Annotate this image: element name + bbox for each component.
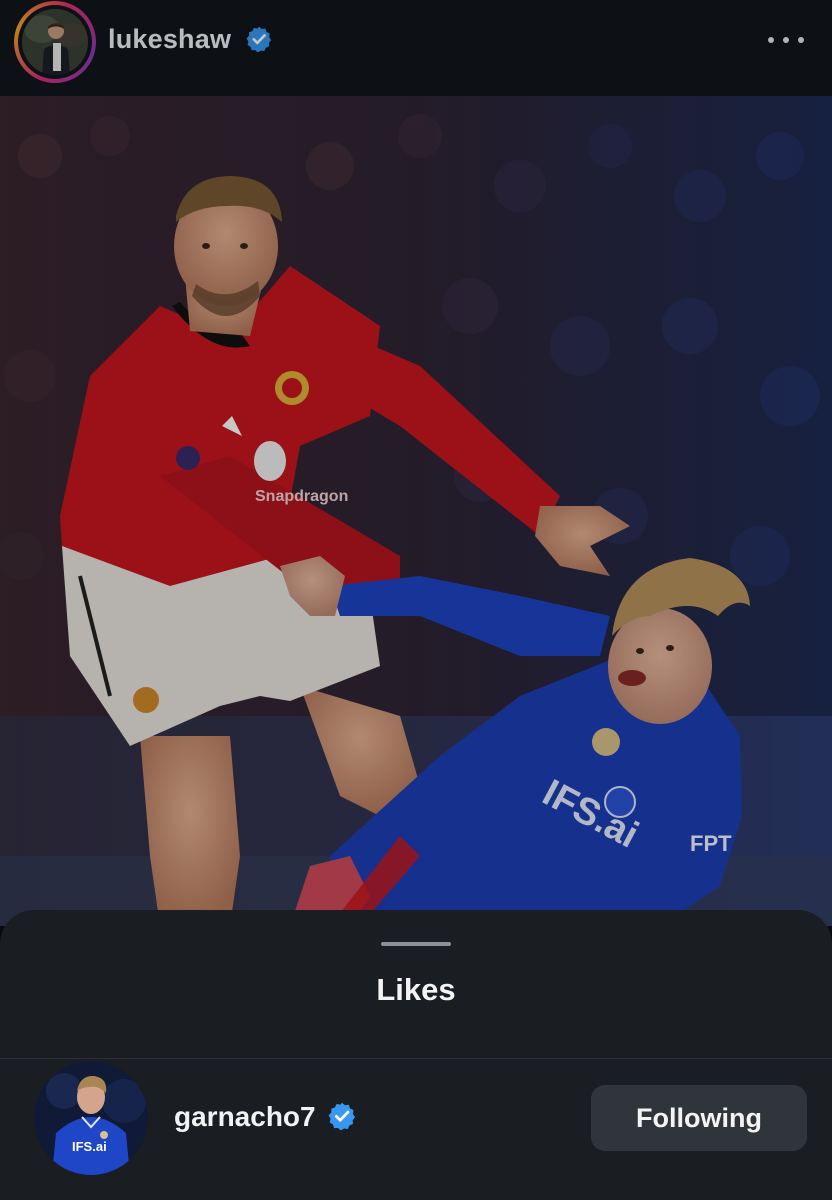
- blue-kit-sleeve-text: FPT: [690, 831, 732, 856]
- following-button[interactable]: Following: [591, 1085, 807, 1151]
- sheet-title: Likes: [376, 972, 456, 1007]
- profile-avatar-story-ring[interactable]: [14, 1, 96, 83]
- post-photo[interactable]: Snapdragon IFS.ai FPT: [0, 96, 832, 926]
- more-options-icon[interactable]: [768, 28, 804, 52]
- red-kit-sponsor-text: Snapdragon: [255, 488, 348, 505]
- liker-username[interactable]: garnacho7: [174, 1101, 316, 1133]
- list-item[interactable]: IFS.ai garnacho7 Following: [0, 1059, 832, 1200]
- sheet-drag-handle[interactable]: [381, 942, 451, 946]
- likes-bottom-sheet: Likes IFS.ai garnacho7 Following: [0, 910, 832, 1200]
- post-header: lukeshaw: [0, 0, 832, 96]
- verified-badge-icon: [328, 1102, 356, 1130]
- instagram-post-likes-screen: lukeshaw Snapdragon IFS.ai FPT Likes IFS…: [0, 0, 832, 1200]
- profile-avatar: [22, 9, 88, 75]
- avatar[interactable]: IFS.ai: [34, 1061, 148, 1175]
- post-author-username[interactable]: lukeshaw: [108, 24, 231, 55]
- avatar-jersey-text: IFS.ai: [72, 1139, 107, 1154]
- verified-badge-icon: [246, 26, 272, 52]
